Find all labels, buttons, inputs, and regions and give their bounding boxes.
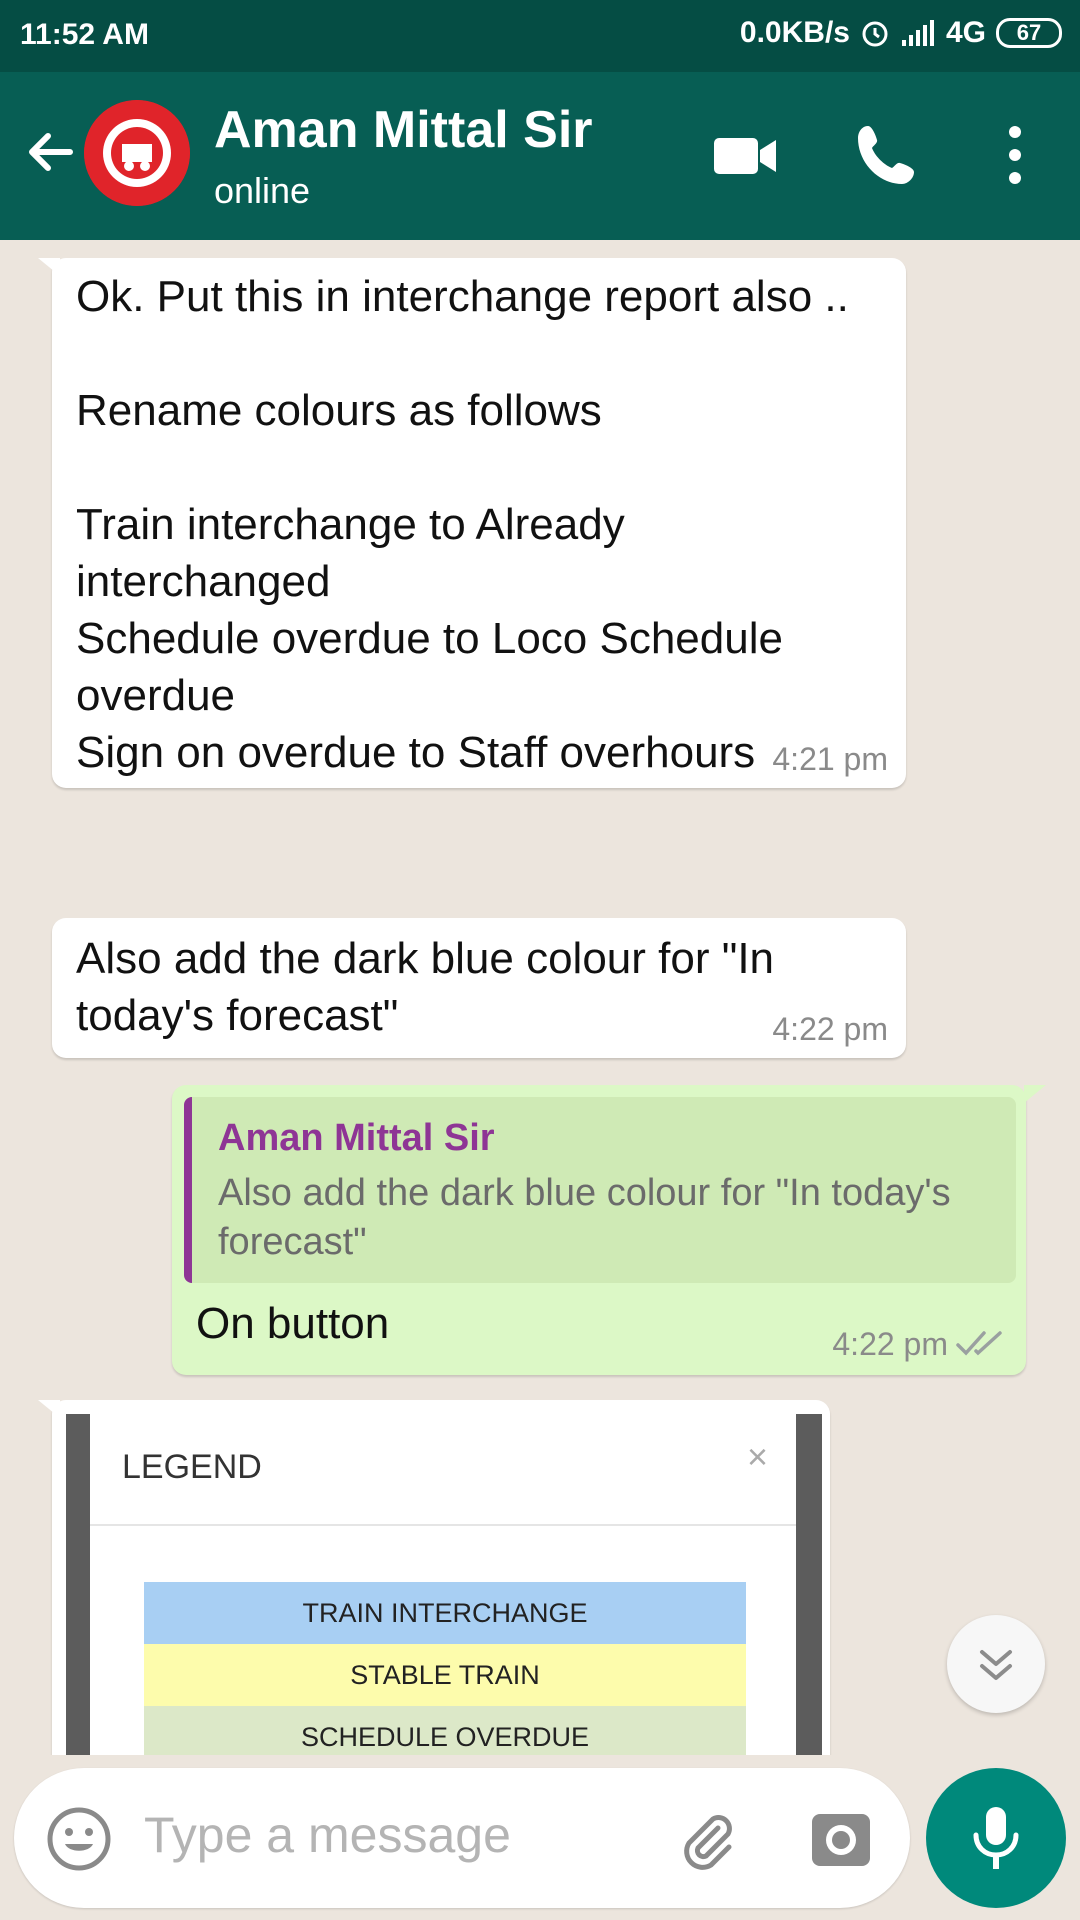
legend-title: LEGEND bbox=[122, 1448, 262, 1486]
chat-area[interactable]: Ok. Put this in interchange report also … bbox=[0, 240, 1080, 1755]
message-time: 4:22 pm bbox=[772, 1011, 888, 1047]
indian-railways-logo-icon bbox=[84, 100, 190, 206]
battery-icon: 67 bbox=[996, 18, 1062, 48]
scroll-to-bottom-button[interactable] bbox=[947, 1615, 1045, 1713]
avatar[interactable] bbox=[84, 100, 190, 206]
status-time: 11:52 AM bbox=[20, 18, 149, 51]
voice-message-button[interactable] bbox=[926, 1768, 1066, 1908]
message-bubble-outgoing[interactable]: Aman Mittal Sir Also add the dark blue c… bbox=[172, 1085, 1046, 1375]
message-time: 4:22 pm bbox=[832, 1326, 948, 1362]
video-call-icon[interactable] bbox=[710, 120, 780, 190]
battery-level: 67 bbox=[1016, 20, 1042, 45]
quote-author: Aman Mittal Sir bbox=[218, 1117, 495, 1159]
chat-header: Aman Mittal Sir online bbox=[0, 72, 1080, 240]
contact-name[interactable]: Aman Mittal Sir bbox=[214, 100, 593, 160]
bubble-tail bbox=[38, 1400, 60, 1418]
voice-call-icon[interactable] bbox=[852, 120, 922, 190]
divider bbox=[90, 1524, 796, 1526]
message-time: 4:21 pm bbox=[772, 741, 888, 777]
legend-row-train-interchange: TRAIN INTERCHANGE bbox=[144, 1582, 746, 1644]
quoted-message[interactable]: Aman Mittal Sir Also add the dark blue c… bbox=[184, 1097, 1016, 1283]
message-bubble[interactable]: Ok. Put this in interchange report also … bbox=[38, 258, 906, 788]
camera-icon[interactable] bbox=[808, 1806, 874, 1872]
double-chevron-down-icon bbox=[980, 1650, 1012, 1680]
bubble-tail bbox=[1024, 1085, 1046, 1103]
bubble-tail bbox=[38, 258, 60, 276]
microphone-icon bbox=[973, 1807, 1019, 1869]
back-arrow-icon[interactable] bbox=[22, 124, 78, 180]
message-bubble[interactable]: Also add the dark blue colour for "In to… bbox=[52, 918, 906, 1058]
signal-icon bbox=[901, 20, 934, 46]
network-type: 4G bbox=[945, 16, 986, 49]
alarm-icon bbox=[862, 21, 888, 47]
legend-panel: LEGEND × TRAIN INTERCHANGE STABLE TRAIN … bbox=[90, 1414, 796, 1755]
close-icon: × bbox=[746, 1436, 768, 1477]
network-speed: 0.0KB/s bbox=[739, 16, 850, 49]
emoji-icon[interactable] bbox=[46, 1806, 112, 1872]
image-message[interactable]: LEGEND × TRAIN INTERCHANGE STABLE TRAIN … bbox=[38, 1400, 830, 1755]
quote-text: Also add the dark blue colour for "In to… bbox=[218, 1172, 951, 1263]
image-attachment[interactable]: LEGEND × TRAIN INTERCHANGE STABLE TRAIN … bbox=[66, 1414, 822, 1755]
message-composer bbox=[14, 1768, 910, 1908]
message-text: On button bbox=[196, 1299, 390, 1348]
legend-row-schedule-overdue: SCHEDULE OVERDUE bbox=[144, 1706, 746, 1755]
double-check-icon bbox=[956, 1331, 1002, 1356]
status-bar: 11:52 AM 0.0KB/s 4G 67 bbox=[0, 0, 1080, 72]
attachment-icon[interactable] bbox=[674, 1806, 740, 1872]
status-indicators: 0.0KB/s 4G 67 bbox=[740, 16, 1062, 50]
message-text: Also add the dark blue colour for "In to… bbox=[76, 934, 787, 1040]
contact-status: online bbox=[214, 170, 311, 211]
message-input[interactable] bbox=[144, 1806, 664, 1864]
more-options-icon[interactable] bbox=[990, 120, 1040, 190]
message-text: Ok. Put this in interchange report also … bbox=[76, 272, 849, 777]
legend-row-stable-train: STABLE TRAIN bbox=[144, 1644, 746, 1706]
